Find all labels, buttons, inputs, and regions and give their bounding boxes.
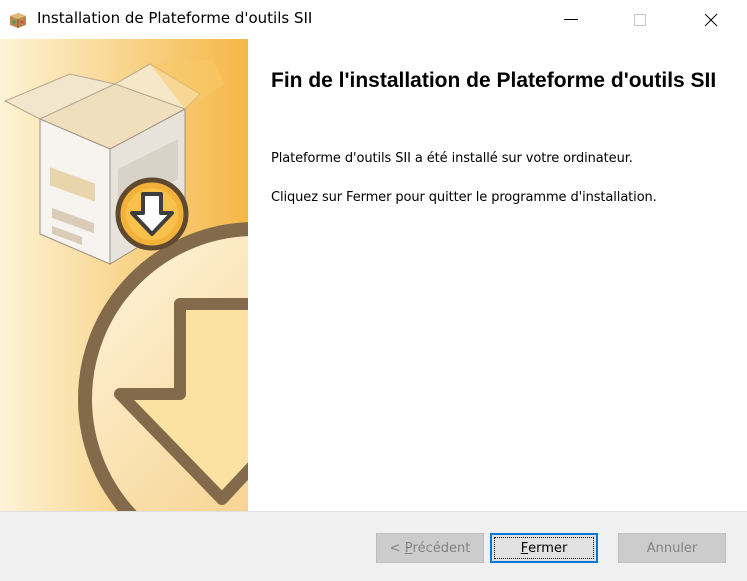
page-title: Fin de l'installation de Plateforme d'ou… xyxy=(271,69,717,92)
title-bar[interactable]: Installation de Plateforme d'outils SII xyxy=(0,0,747,39)
previous-label: récédent xyxy=(412,540,471,556)
button-bar: < Précédent Fermer Annuler xyxy=(0,511,747,581)
sidebar-graphic xyxy=(0,39,248,511)
close-icon xyxy=(704,13,718,26)
small-download-badge xyxy=(115,177,189,251)
installed-message: Plateforme d'outils SII a été installé s… xyxy=(271,151,633,166)
previous-prefix: < xyxy=(389,540,405,556)
window-title: Installation de Plateforme d'outils SII xyxy=(37,9,313,27)
minimize-button[interactable] xyxy=(548,0,594,39)
maximize-icon xyxy=(634,13,646,26)
installer-window: Installation de Plateforme d'outils SII xyxy=(0,0,747,581)
close-button[interactable]: Fermer xyxy=(490,533,598,563)
close-instruction: Cliquez sur Fermer pour quitter le progr… xyxy=(271,190,657,205)
wizard-content: Fin de l'installation de Plateforme d'ou… xyxy=(0,39,747,511)
focus-rectangle xyxy=(494,537,594,559)
installer-box-icon xyxy=(10,13,26,28)
previous-button[interactable]: < Précédent xyxy=(376,533,484,563)
minimize-icon xyxy=(564,19,578,20)
previous-mnemonic: P xyxy=(404,540,413,556)
close-window-button[interactable] xyxy=(688,0,734,39)
cancel-label: Annuler xyxy=(646,540,698,556)
cancel-button[interactable]: Annuler xyxy=(618,533,726,563)
maximize-button[interactable] xyxy=(617,0,663,39)
